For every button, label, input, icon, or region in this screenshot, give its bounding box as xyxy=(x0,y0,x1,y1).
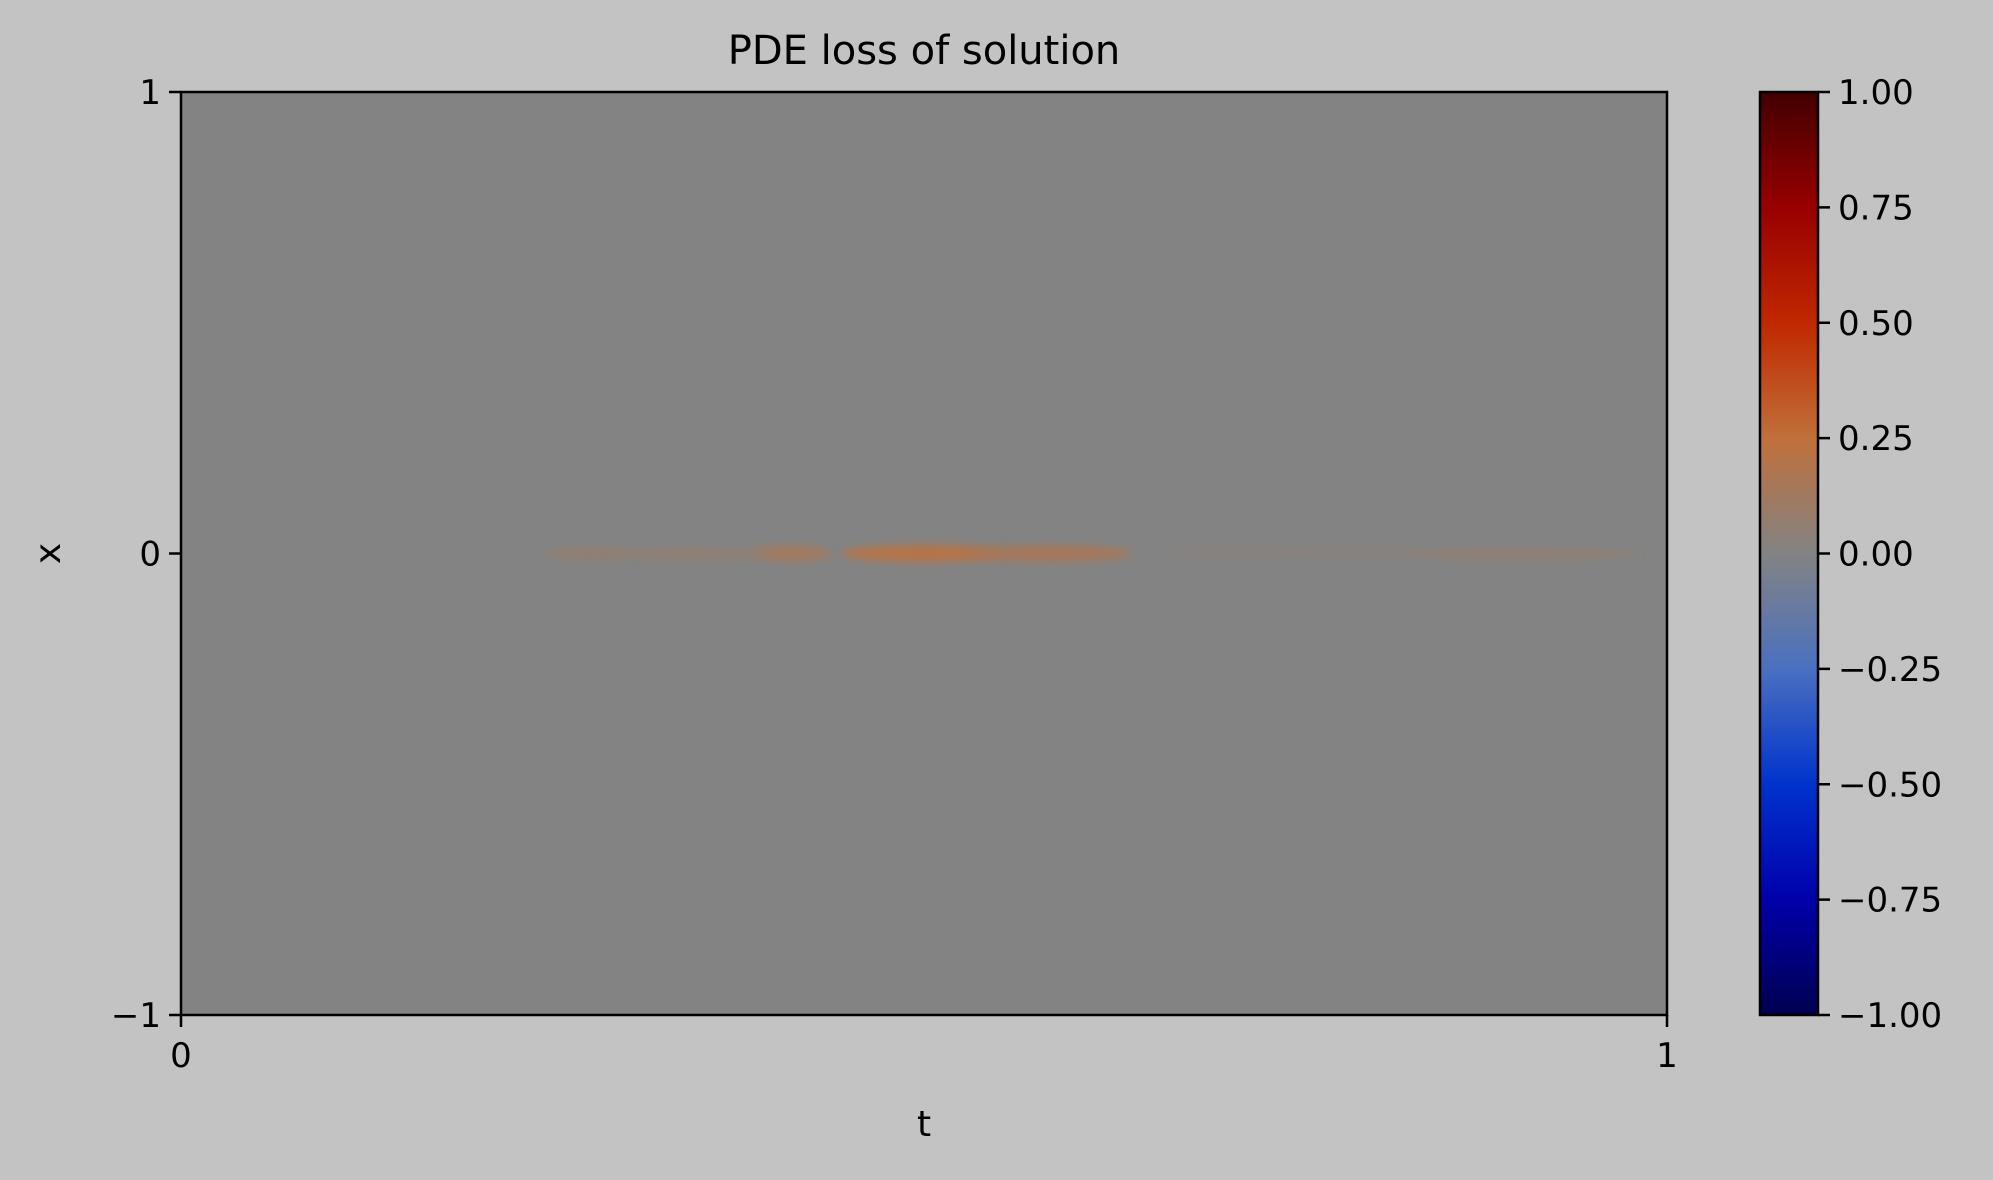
colorbar-tick-label: 0.50 xyxy=(1838,304,1914,344)
colorbar-tick-label: 0.00 xyxy=(1838,535,1914,575)
x-tick-label: 0 xyxy=(170,1036,192,1076)
y-tick-label: 0 xyxy=(139,535,161,575)
chart-title: PDE loss of solution xyxy=(728,28,1121,74)
y-axis-label: x xyxy=(28,543,69,564)
heatmap-feature xyxy=(1399,546,1638,561)
x-axis: 01 xyxy=(170,1015,1678,1076)
heatmap-feature xyxy=(619,546,768,561)
y-axis: −1 0 1 xyxy=(111,73,181,1036)
figure: PDE loss of solution 01 −1 0 1 t x 1.00 0.7… xyxy=(0,0,1993,1176)
heatmap-feature xyxy=(968,545,1133,562)
colorbar-tick-label: 0.75 xyxy=(1838,188,1914,228)
colorbar-tick-label: −0.50 xyxy=(1838,765,1942,805)
colorbar-tick-label: 0.25 xyxy=(1838,419,1914,459)
colorbar-tick-label: 1.00 xyxy=(1838,73,1914,113)
heatmap-feature xyxy=(1161,547,1430,560)
y-tick-label: −1 xyxy=(111,996,161,1036)
x-axis-label: t xyxy=(917,1104,931,1145)
colorbar-axis: 1.00 0.75 0.50 0.25 0.00 −0.25 −0.50 −0.75 −1.00 xyxy=(1818,73,1942,1036)
colorbar-tick-label: −1.00 xyxy=(1838,996,1942,1036)
heatmap-features xyxy=(545,544,1638,563)
colorbar-tick-label: −0.75 xyxy=(1838,881,1942,921)
x-tick-label: 1 xyxy=(1656,1036,1678,1076)
heatmap-feature xyxy=(545,546,635,561)
colorbar-tick-label: −0.25 xyxy=(1838,650,1942,690)
colorbar xyxy=(1758,90,1820,1017)
heatmap-chart: PDE loss of solution 01 −101 t x 1.000.7… xyxy=(28,28,1942,1145)
y-tick-label: 1 xyxy=(139,73,161,113)
